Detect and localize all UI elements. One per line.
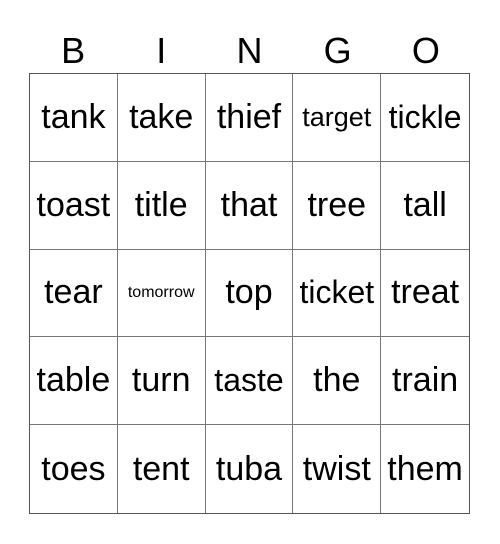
bingo-cell[interactable]: taste bbox=[205, 337, 294, 426]
bingo-cell[interactable]: tall bbox=[381, 162, 469, 250]
bingo-cell[interactable]: tree bbox=[293, 161, 382, 250]
bingo-cell[interactable]: that bbox=[205, 161, 294, 250]
header-letter-b: B bbox=[61, 30, 86, 71]
header-letter-n: N bbox=[236, 30, 263, 71]
bingo-cell[interactable]: tickle bbox=[381, 74, 469, 162]
bingo-cell[interactable]: tent bbox=[118, 425, 206, 513]
bingo-cell[interactable]: train bbox=[381, 337, 469, 426]
bingo-cell[interactable]: turn bbox=[117, 337, 206, 426]
bingo-cell[interactable]: title bbox=[117, 161, 206, 250]
bingo-cell[interactable]: tank bbox=[30, 74, 118, 162]
bingo-header: B I N G O bbox=[29, 28, 470, 73]
bingo-cell[interactable]: take bbox=[117, 74, 206, 162]
bingo-cell[interactable]: top bbox=[205, 249, 294, 338]
bingo-grid: tank take thief target tickle toast title that t… bbox=[29, 73, 470, 514]
bingo-cell[interactable]: toes bbox=[30, 425, 118, 513]
bingo-cell[interactable]: target bbox=[293, 74, 382, 162]
header-letter-i: I bbox=[156, 30, 167, 71]
header-letter-o: O bbox=[411, 30, 440, 71]
bingo-cell[interactable]: treat bbox=[381, 250, 469, 338]
bingo-cell[interactable]: table bbox=[30, 337, 118, 426]
bingo-cell[interactable]: ticket bbox=[293, 249, 382, 338]
bingo-cell[interactable]: tomorrow bbox=[117, 249, 206, 338]
bingo-cell[interactable]: tuba bbox=[206, 425, 294, 513]
bingo-cell[interactable]: thief bbox=[205, 74, 294, 162]
bingo-cell[interactable]: twist bbox=[293, 425, 382, 513]
header-letter-g: G bbox=[323, 30, 352, 71]
bingo-cell[interactable]: them bbox=[381, 425, 469, 513]
bingo-cell[interactable]: tear bbox=[30, 249, 118, 338]
bingo-cell[interactable]: toast bbox=[30, 161, 118, 250]
bingo-cell[interactable]: the bbox=[293, 337, 382, 426]
